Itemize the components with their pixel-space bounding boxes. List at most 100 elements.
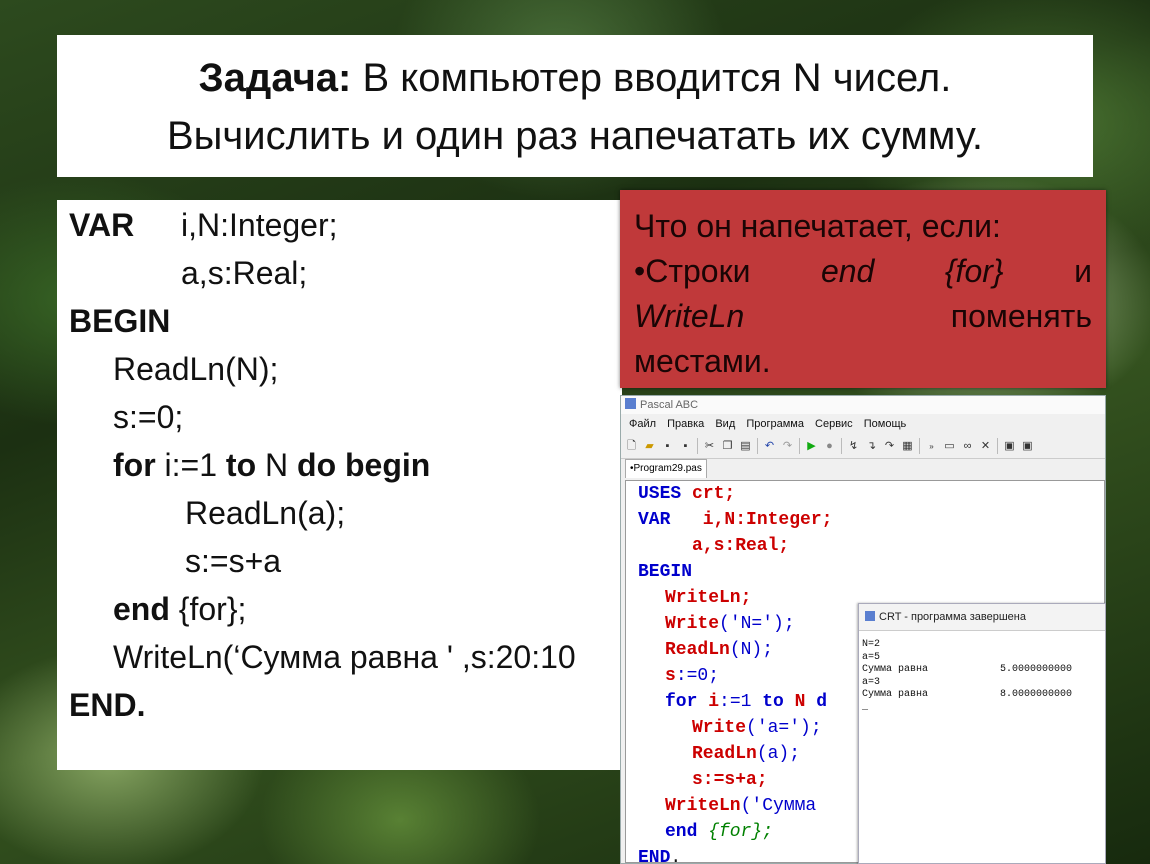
ed-readln-2-arg: (a); — [756, 744, 801, 764]
ed-for-assign: :=1 — [719, 692, 763, 712]
ed-sum: s:=s+a; — [692, 770, 768, 790]
task-text-1: В компьютер вводится N чисел. — [351, 56, 952, 100]
tile-icon[interactable]: ▣ — [1003, 440, 1016, 453]
question-note: Что он напечатает, если: •Строки end {fo… — [620, 190, 1106, 388]
note-bullet-text: •Строки — [634, 253, 751, 289]
note-line4: местами. — [634, 343, 771, 379]
ed-for-n: N — [783, 692, 817, 712]
step-over-icon[interactable]: ↷ — [883, 440, 896, 453]
ide-toolbar: 🗋 ▰ ▪ ▪ ✂ ❐ ▤ ↶ ↷ ▶ ● ↯ ↴ ↷ ▦ » ▭ ∞ ✕ ▣ … — [621, 434, 1105, 459]
ed-id-crt: crt; — [681, 484, 736, 504]
format-icon[interactable]: » — [925, 440, 938, 453]
kw-end: end — [113, 591, 170, 627]
step-icon[interactable]: ↯ — [847, 440, 860, 453]
ed-line-sum: s:=s+a; — [692, 767, 768, 793]
ed-s: s — [665, 666, 676, 686]
tab-program29[interactable]: •Program29.pas — [625, 459, 707, 478]
ide-tabs: •Program29.pas — [621, 459, 1105, 478]
note-and: и — [1074, 253, 1092, 289]
code-line-sum: s:=s+a — [185, 543, 282, 579]
ed-kw-uses: USES — [638, 484, 682, 504]
save-icon[interactable]: ▪ — [661, 440, 674, 453]
ed-kw-to: to — [762, 692, 784, 712]
toolbar-divider — [841, 438, 842, 454]
redo-icon[interactable]: ↷ — [781, 440, 794, 453]
ed-write: Write — [665, 614, 720, 634]
ed-line-begin: BEGIN — [638, 559, 692, 585]
ed-writeln-2-arg: ('Сумма — [740, 796, 817, 816]
code-line-for: for i:=1 to N do begin — [113, 441, 430, 489]
ed-line-for: for i:=1 to N d — [665, 689, 827, 715]
new-file-icon[interactable]: 🗋 — [625, 440, 638, 453]
pascal-app-icon — [625, 398, 636, 409]
crt-output-window: CRT - программа завершена N=2 a=5 Сумма … — [858, 603, 1106, 864]
link-icon[interactable]: ∞ — [961, 440, 974, 453]
close-icon[interactable]: ✕ — [979, 440, 992, 453]
code-line-var: VAR i,N:Integer; — [69, 201, 338, 249]
menu-edit[interactable]: Правка — [667, 418, 704, 430]
ed-kw-for: for — [665, 692, 698, 712]
ed-line-write-n: Write('N='); — [665, 611, 795, 637]
run-icon[interactable]: ▶ — [805, 440, 818, 453]
note-swap: поменять — [950, 298, 1092, 334]
ide-title: Pascal ABC — [640, 399, 699, 411]
task-label: Задача: — [198, 56, 352, 100]
cut-icon[interactable]: ✂ — [703, 440, 716, 453]
for-var: i:=1 — [155, 447, 226, 483]
menu-file[interactable]: Файл — [629, 418, 656, 430]
ed-kw-begin: BEGIN — [638, 562, 693, 582]
cascade-icon[interactable]: ▣ — [1021, 440, 1034, 453]
ed-writeln-2: WriteLn — [665, 796, 741, 816]
ed-readln: ReadLn — [665, 640, 730, 660]
var-decl: i,N:Integer; — [181, 207, 338, 243]
kw-do-begin: do begin — [297, 447, 431, 483]
ed-kw-end-final: END — [638, 848, 671, 864]
ed-readln-arg: (N); — [729, 640, 774, 660]
code-listing: VAR i,N:Integer; a,s:Real; BEGIN ReadLn(N… — [57, 200, 622, 770]
open-folder-icon[interactable]: ▰ — [643, 440, 656, 453]
menu-program[interactable]: Программа — [746, 418, 804, 430]
ed-s-assign: :=0; — [675, 666, 720, 686]
note-writeln: WriteLn — [634, 298, 745, 334]
ed-line-readln-a: ReadLn(a); — [692, 741, 800, 767]
ide-menubar: Файл Правка Вид Программа Сервис Помощь — [621, 414, 1105, 434]
kw-end-program: END. — [69, 687, 146, 723]
ed-line-var: VAR i,N:Integer; — [638, 507, 832, 533]
toolbar-divider — [799, 438, 800, 454]
watch-icon[interactable]: ▦ — [901, 440, 914, 453]
ide-titlebar: Pascal ABC — [621, 396, 1105, 414]
paste-icon[interactable]: ▤ — [739, 440, 752, 453]
code-line-readln-a: ReadLn(a); — [185, 495, 346, 531]
kw-to: to — [225, 447, 257, 483]
save-all-icon[interactable]: ▪ — [679, 440, 692, 453]
kw-begin: BEGIN — [69, 303, 171, 339]
stop-icon[interactable]: ● — [823, 440, 836, 453]
toolbar-divider — [919, 438, 920, 454]
crt-titlebar: CRT - программа завершена — [859, 604, 1105, 631]
ed-write-2: Write — [692, 718, 747, 738]
code-line-end-for: end {for}; — [113, 585, 246, 633]
note-line2: •Строки end {for} и — [634, 249, 1092, 294]
window-icon[interactable]: ▭ — [943, 440, 956, 453]
ed-readln-2: ReadLn — [692, 744, 757, 764]
menu-view[interactable]: Вид — [715, 418, 735, 430]
ed-for-comment: {for}; — [697, 822, 774, 842]
task-title-line2: Вычислить и один раз напечатать их сумму… — [167, 114, 983, 158]
toolbar-divider — [697, 438, 698, 454]
for-limit: N — [256, 447, 298, 483]
ed-line-writeln: WriteLn; — [665, 585, 751, 611]
menu-service[interactable]: Сервис — [815, 418, 853, 430]
note-line1: Что он напечатает, если: — [634, 208, 1001, 244]
ed-write-2-arg: ('a='); — [746, 718, 822, 738]
ed-write-arg: ('N='); — [719, 614, 795, 634]
menu-help[interactable]: Помощь — [864, 418, 907, 430]
crt-app-icon — [865, 611, 875, 621]
ed-writeln: WriteLn; — [665, 588, 752, 608]
code-line-readln-n: ReadLn(N); — [113, 351, 279, 387]
crt-title: CRT - программа завершена — [879, 611, 1026, 623]
ed-line-end: END. — [638, 845, 681, 864]
undo-icon[interactable]: ↶ — [763, 440, 776, 453]
step-into-icon[interactable]: ↴ — [865, 440, 878, 453]
copy-icon[interactable]: ❐ — [721, 440, 734, 453]
ed-line-writeln-sum: WriteLn('Сумма — [665, 793, 816, 819]
